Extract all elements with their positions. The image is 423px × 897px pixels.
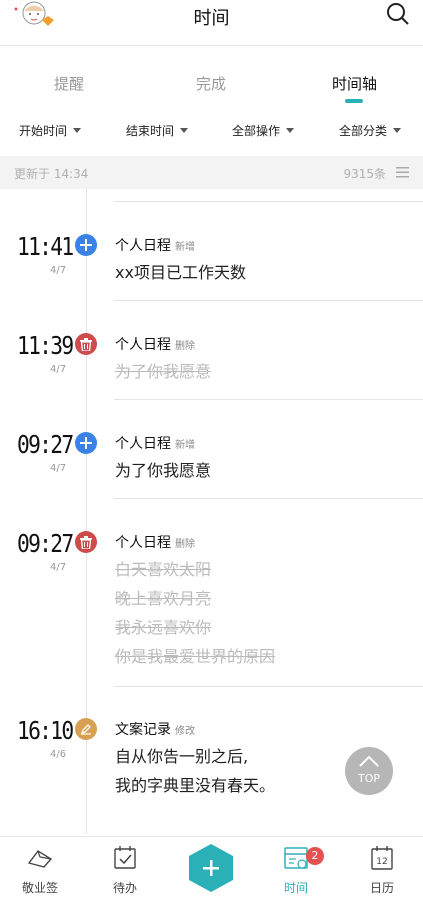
edit-icon — [75, 718, 97, 740]
trash-icon — [75, 333, 97, 355]
action-label: 删除 — [175, 539, 195, 550]
app-header: 时间 — [0, 0, 423, 46]
filter-label: 全部操作 — [232, 124, 281, 138]
caret-down-icon — [180, 128, 189, 133]
filter-label: 结束时间 — [126, 124, 175, 138]
category-label: 文案记录 — [115, 722, 171, 738]
tab-done[interactable]: 完成 — [196, 73, 226, 94]
content-line: 我永远喜欢你 — [115, 618, 212, 637]
entry-date: 4/7 — [50, 364, 67, 375]
todo-icon — [114, 846, 136, 869]
divider — [114, 201, 423, 202]
entry-category: 个人日程 删除 — [115, 532, 195, 552]
nav-calendar[interactable]: 12 日历 — [352, 845, 412, 896]
entry-time: 11:39 — [17, 331, 74, 360]
filter-start-time[interactable]: 开始时间 — [19, 122, 82, 139]
content-line: 白天喜欢太阳 — [115, 560, 212, 579]
logo-icon — [27, 850, 53, 868]
plus-icon — [75, 234, 97, 256]
action-label: 新增 — [175, 242, 195, 253]
tab-timeline[interactable]: 时间轴 — [332, 73, 377, 94]
content-line: xx项目已工作天数 — [115, 263, 246, 282]
entry-category: 个人日程 删除 — [115, 334, 195, 354]
content-line: 你是我最爱世界的原因 — [115, 647, 276, 666]
divider — [114, 686, 423, 687]
entry-date: 4/7 — [50, 463, 67, 474]
entry-date: 4/6 — [50, 749, 67, 760]
nav-todo[interactable]: 待办 — [95, 845, 155, 896]
filter-all-actions[interactable]: 全部操作 — [232, 122, 295, 139]
entry-content: xx项目已工作天数 — [115, 258, 246, 287]
filter-label: 开始时间 — [19, 124, 68, 138]
category-label: 个人日程 — [115, 436, 171, 452]
updated-time: 更新于 14:34 — [14, 167, 89, 181]
page-title: 时间 — [193, 8, 230, 29]
update-bar: 更新于 14:34 9315条 — [0, 156, 423, 189]
scroll-top-button[interactable]: TOP — [345, 747, 393, 795]
filter-bar: 开始时间 结束时间 全部操作 全部分类 — [0, 118, 423, 144]
calendar-icon: 12 — [371, 846, 393, 870]
entry-time: 16:10 — [17, 716, 74, 745]
filter-label: 全部分类 — [339, 124, 388, 138]
tab-indicator — [345, 99, 363, 103]
caret-down-icon — [73, 128, 82, 133]
filter-all-categories[interactable]: 全部分类 — [339, 122, 402, 139]
entry-content: 自从你告一别之后, 我的字典里没有春天。 — [115, 742, 275, 800]
category-label: 个人日程 — [115, 535, 171, 551]
nav-label: 待办 — [112, 881, 137, 895]
tab-reminder[interactable]: 提醒 — [54, 73, 84, 94]
caret-down-icon — [393, 128, 402, 133]
entry-time: 09:27 — [17, 430, 74, 459]
content-line: 我的字典里没有春天。 — [115, 776, 276, 795]
entry-time: 09:27 — [17, 529, 74, 558]
category-label: 个人日程 — [115, 337, 171, 353]
entry-time: 11:41 — [17, 232, 74, 261]
content-line: 自从你告一别之后, — [115, 747, 249, 766]
entry-content: 为了你我愿意 — [115, 456, 211, 485]
entry-date: 4/7 — [50, 562, 67, 573]
calendar-day: 12 — [376, 857, 387, 867]
content-line: 为了你我愿意 — [115, 461, 212, 480]
list-menu-icon[interactable] — [396, 167, 409, 178]
caret-down-icon — [286, 128, 295, 133]
notification-badge: 2 — [306, 847, 324, 865]
divider — [114, 399, 423, 400]
entry-category: 个人日程 新增 — [115, 433, 195, 453]
top-label: TOP — [357, 772, 380, 785]
content-line: 为了你我愿意 — [115, 362, 212, 381]
nav-label: 敬业签 — [21, 881, 58, 895]
divider — [114, 498, 423, 499]
action-label: 修改 — [175, 726, 195, 737]
content-line: 晚上喜欢月亮 — [115, 589, 212, 608]
chevron-up-icon — [359, 755, 379, 767]
action-label: 删除 — [175, 341, 195, 352]
nav-jingyeqian[interactable]: 敬业签 — [10, 845, 70, 896]
entry-content: 为了你我愿意 — [115, 357, 211, 386]
filter-end-time[interactable]: 结束时间 — [126, 122, 189, 139]
divider — [114, 300, 423, 301]
record-count: 9315条 — [343, 167, 386, 181]
search-icon[interactable] — [386, 2, 410, 26]
entry-date: 4/7 — [50, 265, 67, 276]
trash-icon — [75, 531, 97, 553]
entry-category: 个人日程 新增 — [115, 235, 195, 255]
entry-category: 文案记录 修改 — [115, 719, 195, 739]
nav-label: 日历 — [369, 881, 394, 895]
bottom-nav: 敬业签 待办 时间 2 12 日历 — [0, 836, 423, 897]
entry-content: 白天喜欢太阳 晚上喜欢月亮 我永远喜欢你 你是我最爱世界的原因 — [115, 555, 275, 671]
category-label: 个人日程 — [115, 238, 171, 254]
nav-label: 时间 — [283, 881, 308, 895]
plus-icon — [75, 432, 97, 454]
add-icon[interactable] — [187, 843, 235, 893]
tab-bar: 提醒 完成 时间轴 — [0, 60, 423, 106]
action-label: 新增 — [175, 440, 195, 451]
